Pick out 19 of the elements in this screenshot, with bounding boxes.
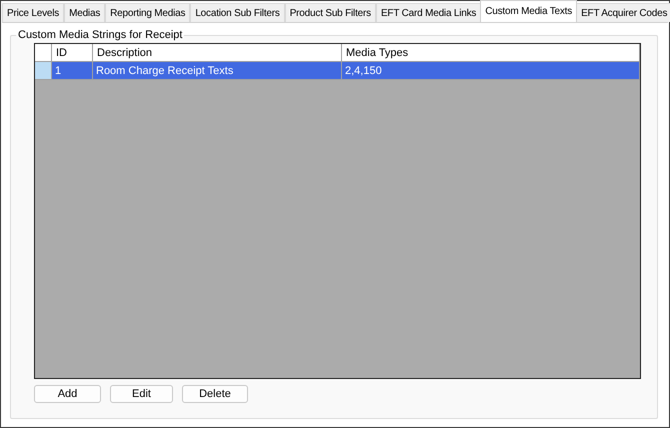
table-cell: Room Charge Receipt Texts	[93, 62, 342, 80]
tab[interactable]: Medias	[64, 3, 106, 22]
table-cell: 2,4,150	[342, 62, 640, 80]
column-header[interactable]: Media Types	[342, 44, 640, 62]
group-title: Custom Media Strings for Receipt	[17, 29, 184, 41]
row-header[interactable]	[35, 62, 52, 80]
table-cell: 1	[52, 62, 93, 80]
tab[interactable]: EFT Card Media Links	[376, 3, 482, 22]
tab[interactable]: Product Sub Filters	[284, 3, 376, 22]
action-button[interactable]: Delete	[182, 385, 248, 403]
tab[interactable]: EFT Acquirer Codes	[576, 3, 670, 22]
tab[interactable]: Price Levels	[2, 3, 64, 22]
tab[interactable]: Location Sub Filters	[190, 3, 285, 22]
tab[interactable]: Reporting Medias	[105, 3, 190, 22]
action-button[interactable]: Add	[34, 385, 101, 403]
action-button[interactable]: Edit	[110, 385, 173, 403]
tab[interactable]: Custom Media Texts	[480, 0, 578, 22]
column-header[interactable]: Description	[93, 44, 342, 62]
column-header[interactable]: ID	[52, 44, 93, 62]
